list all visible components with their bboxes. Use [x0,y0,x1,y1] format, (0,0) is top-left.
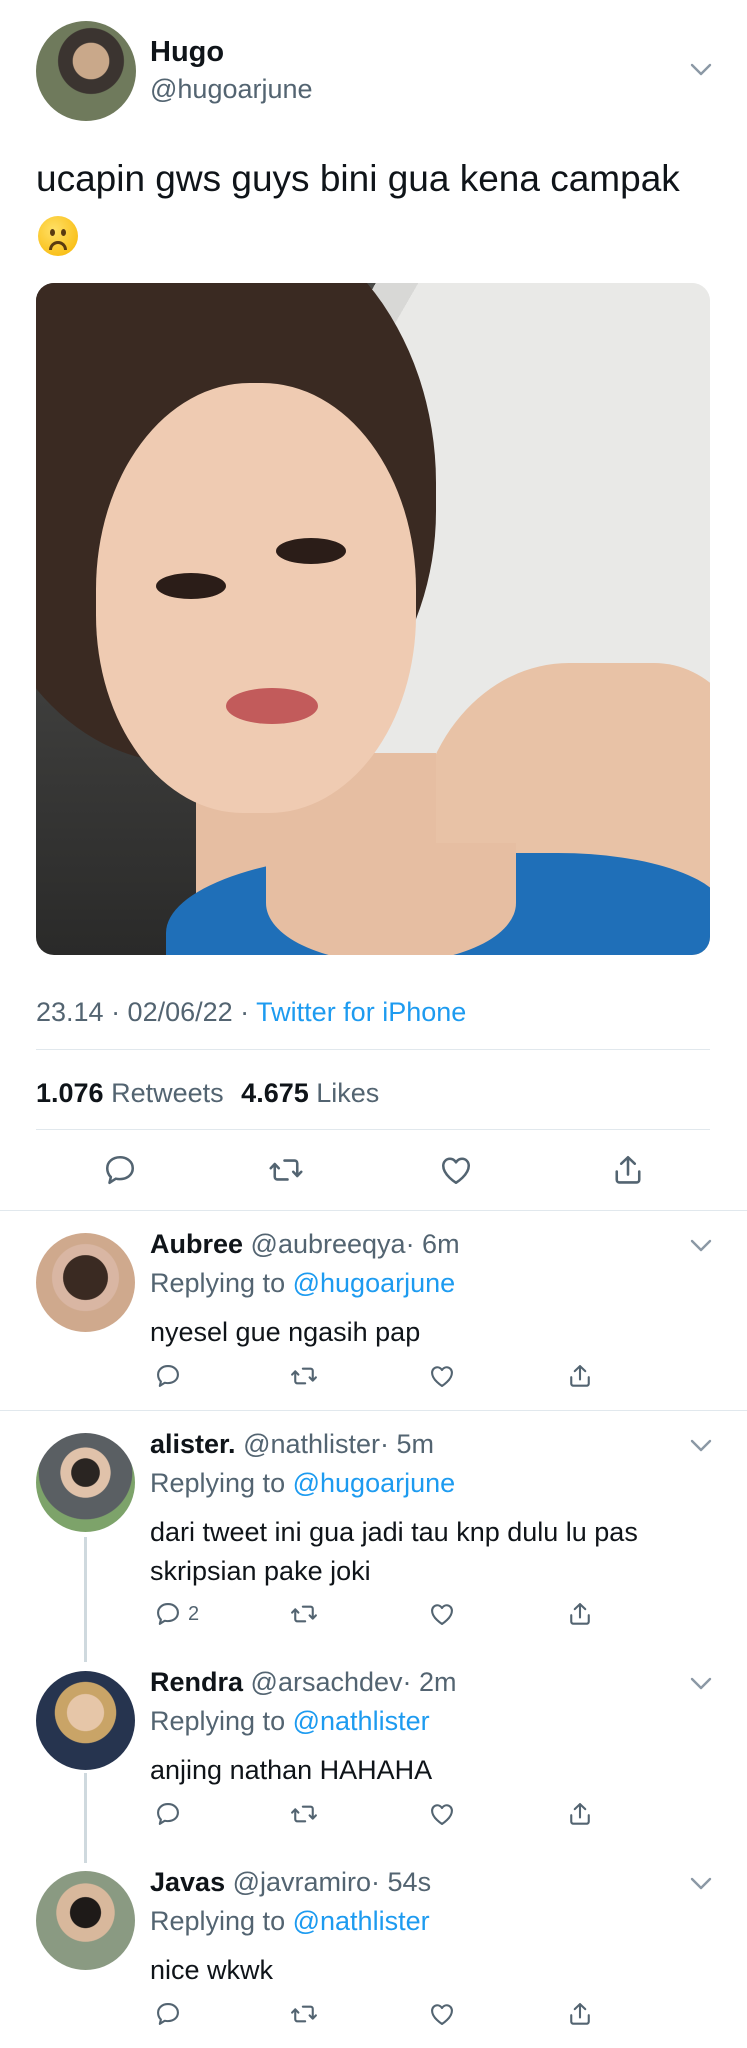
replying-to: Replying to @nathlister [150,1906,430,1937]
reply-author-handle[interactable]: @arsachdev [251,1667,403,1697]
reply-header: Javas @javramiro· 54s [150,1867,431,1898]
chevron-down-icon[interactable] [690,1677,712,1691]
share-icon[interactable] [566,1362,594,1390]
chevron-down-icon[interactable] [690,1239,712,1253]
thread-line [84,1537,87,1662]
tweet-source-link[interactable]: Twitter for iPhone [256,997,466,1027]
reply-icon[interactable] [154,1800,182,1828]
tweet-photo[interactable] [36,283,710,955]
retweets-label[interactable]: Retweets [111,1078,224,1108]
retweet-icon[interactable] [268,1152,304,1188]
reply-text: nyesel gue ngasih pap [150,1313,710,1352]
replying-to-handle[interactable]: @hugoarjune [293,1468,456,1498]
avatar[interactable] [36,1871,135,1970]
chevron-down-icon[interactable] [690,1877,712,1891]
frowning-face-emoji-icon [38,216,78,256]
like-icon[interactable] [438,1152,474,1188]
divider [0,1410,747,1411]
reply-text: nice wkwk [150,1951,710,1990]
reply-text: dari tweet ini gua jadi tau knp dulu lu … [150,1513,710,1591]
replying-to: Replying to @nathlister [150,1706,430,1737]
retweet-icon[interactable] [290,1800,318,1828]
reply-time: · 5m [380,1429,435,1459]
likes-label[interactable]: Likes [316,1078,379,1108]
tweet-meta: 23.14 · 02/06/22 · Twitter for iPhone [36,997,466,1028]
reply-icon[interactable] [154,2000,182,2028]
reply-author-name[interactable]: Aubree [150,1229,243,1259]
share-icon[interactable] [566,2000,594,2028]
replying-to-label: Replying to [150,1268,286,1298]
reply-icon[interactable] [154,1362,182,1390]
thread-line [84,1773,87,1863]
chevron-down-icon[interactable] [690,1439,712,1453]
share-icon[interactable] [610,1152,646,1188]
retweet-icon[interactable] [290,1600,318,1628]
tweet-text-content: ucapin gws guys bini gua kena campak [36,158,680,199]
reply-icon[interactable] [102,1152,138,1188]
reply-time: · 6m [405,1229,460,1259]
share-icon[interactable] [566,1800,594,1828]
reply-author-handle[interactable]: @nathlister [243,1429,380,1459]
reply-author-handle[interactable]: @aubreeqya [251,1229,406,1259]
replying-to-handle[interactable]: @nathlister [293,1706,430,1736]
reply-icon[interactable] [154,1600,182,1628]
avatar[interactable] [36,1233,135,1332]
divider [36,1129,710,1130]
reply-author-handle[interactable]: @javramiro [233,1867,371,1897]
like-count[interactable]: 4.675 [241,1078,309,1108]
reply-count[interactable]: 2 [188,1603,199,1626]
reply-header: alister. @nathlister· 5m [150,1429,434,1460]
replying-to: Replying to @hugoarjune [150,1268,455,1299]
reply-time: · 2m [402,1667,457,1697]
avatar[interactable] [36,21,136,121]
reply-text-line: nice wkwk [150,1955,274,1985]
author-name[interactable]: Hugo [150,36,224,69]
reply-author-name[interactable]: alister. [150,1429,236,1459]
retweet-icon[interactable] [290,2000,318,2028]
replying-to-label: Replying to [150,1706,286,1736]
divider [36,1049,710,1050]
replying-to-handle[interactable]: @hugoarjune [293,1268,456,1298]
reply-text-line: skripsian pake joki [150,1556,371,1586]
share-icon[interactable] [566,1600,594,1628]
divider [0,1210,747,1211]
tweet-text: ucapin gws guys bini gua kena campak [36,150,696,266]
author-handle[interactable]: @hugoarjune [150,74,313,105]
avatar[interactable] [36,1671,135,1770]
like-icon[interactable] [428,1362,456,1390]
replying-to-label: Replying to [150,1906,286,1936]
reply-text-line: dari tweet ini gua jadi tau knp dulu lu … [150,1517,638,1547]
reply-text-line: nyesel gue ngasih pap [150,1317,421,1347]
avatar[interactable] [36,1433,135,1532]
like-icon[interactable] [428,1800,456,1828]
replying-to: Replying to @hugoarjune [150,1468,455,1499]
retweet-count[interactable]: 1.076 [36,1078,104,1108]
like-icon[interactable] [428,2000,456,2028]
retweet-icon[interactable] [290,1362,318,1390]
replying-to-label: Replying to [150,1468,286,1498]
replying-to-handle[interactable]: @nathlister [293,1906,430,1936]
reply-text-line: anjing nathan HAHAHA [150,1755,433,1785]
tweet-stats: 1.076 Retweets 4.675 Likes [36,1078,389,1109]
reply-text: anjing nathan HAHAHA [150,1751,710,1790]
reply-author-name[interactable]: Javas [150,1867,225,1897]
reply-header: Rendra @arsachdev· 2m [150,1667,457,1698]
reply-header: Aubree @aubreeqya· 6m [150,1229,460,1260]
reply-time: · 54s [371,1867,432,1897]
like-icon[interactable] [428,1600,456,1628]
reply-author-name[interactable]: Rendra [150,1667,243,1697]
tweet-timestamp: 23.14 · 02/06/22 · [36,997,257,1027]
chevron-down-icon[interactable] [690,63,712,77]
